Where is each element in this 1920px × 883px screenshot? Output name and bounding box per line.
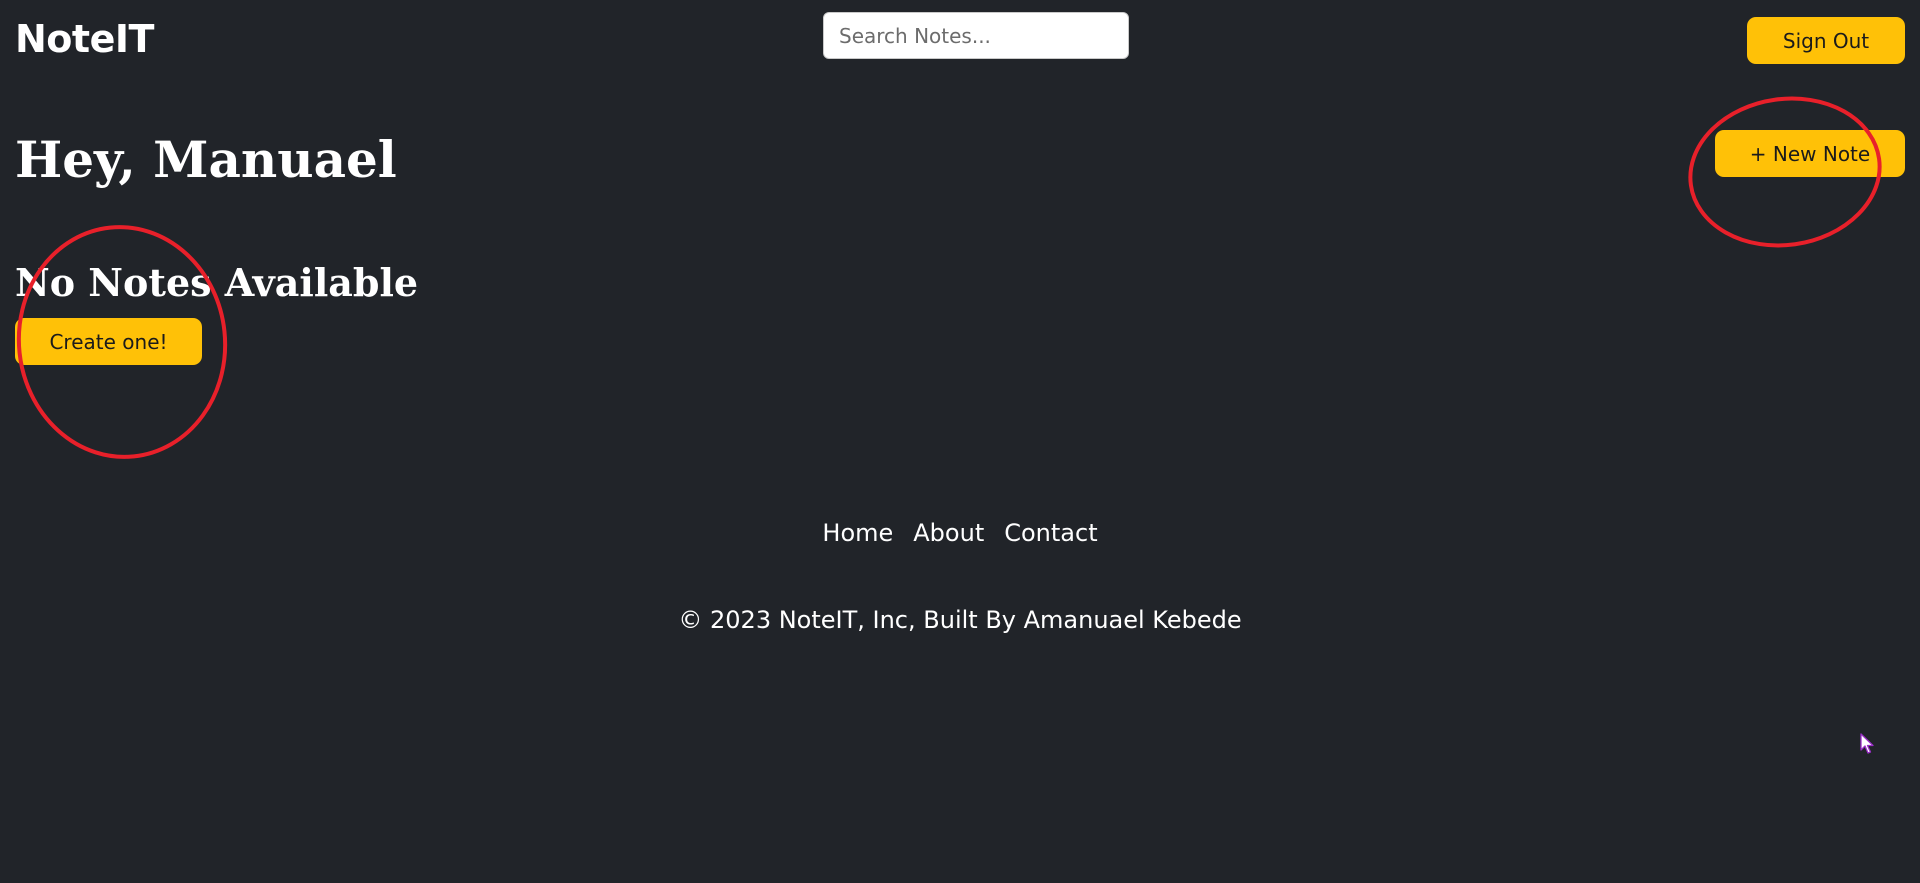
greeting-heading: Hey, Manuael <box>15 130 397 189</box>
sign-out-button[interactable]: Sign Out <box>1747 17 1905 64</box>
new-note-button[interactable]: + New Note <box>1715 130 1905 177</box>
create-note-button[interactable]: Create one! <box>15 318 202 365</box>
footer-link-about[interactable]: About <box>913 513 984 553</box>
search-input[interactable] <box>823 12 1129 59</box>
empty-state-heading: No Notes Available <box>15 260 419 305</box>
footer-link-contact[interactable]: Contact <box>1004 513 1097 553</box>
footer-nav: Home About Contact <box>0 513 1920 553</box>
app-logo[interactable]: NoteIT <box>15 14 154 64</box>
copyright-text: © 2023 NoteIT, Inc, Built By Amanuael Ke… <box>678 606 1242 634</box>
footer-link-home[interactable]: Home <box>822 513 893 553</box>
mouse-pointer-icon <box>1860 733 1874 754</box>
